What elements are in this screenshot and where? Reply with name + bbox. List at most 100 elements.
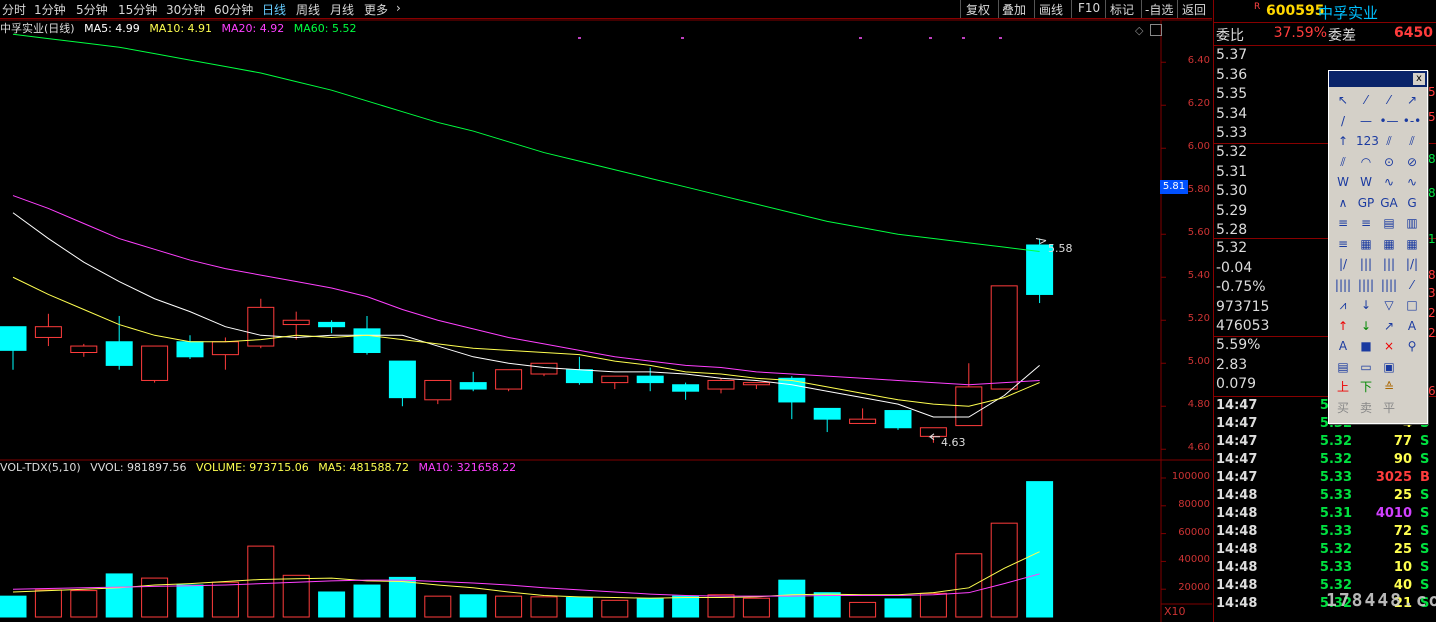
- drawing-tool-icon[interactable]: ↖: [1333, 91, 1353, 109]
- price-tick: 5.20: [1187, 313, 1210, 325]
- drawing-tool-icon[interactable]: 123: [1356, 132, 1379, 150]
- drawing-tool-icon[interactable]: 卖: [1356, 399, 1376, 417]
- volume-bar: [849, 601, 877, 618]
- drawing-tool-icon[interactable]: ▥: [1402, 214, 1422, 232]
- drawing-tool-icon[interactable]: W: [1333, 173, 1353, 191]
- drawing-tool-icon[interactable]: ▤: [1333, 358, 1353, 376]
- drawing-tool-icon[interactable]: ▦: [1402, 235, 1422, 253]
- drawing-tool-icon[interactable]: ≙: [1379, 378, 1399, 396]
- tick-row: 14:48 5.33 25 S: [1214, 488, 1436, 506]
- hidden-column-digit: 5: [1428, 110, 1436, 124]
- drawing-tool-icon[interactable]: 上: [1333, 378, 1353, 396]
- drawing-tools-palette[interactable]: x ↖ ⁄ ⁄ ↗ / — •— •-• ↑ 123 ⫽ ⫽ ⫽ ◠ ⊙ ⊘ W W ∿ ∿ ∧ GP GA G ≡ ≡ ▤ ▥ ≡ ▦ ▦…: [1328, 70, 1428, 424]
- drawing-tool-icon[interactable]: ▣: [1379, 358, 1399, 376]
- drawing-tool-icon[interactable]: 平: [1379, 399, 1399, 417]
- candle-body: [849, 418, 877, 424]
- drawing-tool-icon[interactable]: ≡: [1356, 214, 1376, 232]
- drawing-tool-icon[interactable]: ▦: [1356, 235, 1376, 253]
- drawing-tool-icon[interactable]: ↓: [1356, 296, 1376, 314]
- row-label: 5.37: [1216, 47, 1248, 63]
- candlestick: [318, 320, 346, 334]
- drawing-tool-icon[interactable]: A: [1402, 317, 1422, 335]
- candle-body: [530, 362, 558, 375]
- drawing-tool-icon[interactable]: ↗: [1379, 317, 1399, 335]
- palette-titlebar[interactable]: x: [1329, 71, 1427, 87]
- drawing-tool-icon[interactable]: |/: [1333, 255, 1353, 273]
- drawing-tool-icon[interactable]: •-•: [1402, 112, 1422, 130]
- drawing-tool-icon[interactable]: ■: [1356, 337, 1376, 355]
- drawing-tool-icon[interactable]: ||||: [1333, 276, 1353, 294]
- tick-row: 14:48 5.32 25 S: [1214, 542, 1436, 560]
- stock-name[interactable]: 中孚实业: [1318, 2, 1378, 23]
- drawing-tool-icon[interactable]: ≡: [1333, 214, 1353, 232]
- candle-body: [353, 328, 381, 354]
- drawing-tool-icon[interactable]: 下: [1356, 378, 1376, 396]
- drawing-tool-icon[interactable]: ⩘: [1333, 296, 1353, 314]
- drawing-tool-icon[interactable]: ⫽: [1379, 132, 1399, 150]
- hidden-column-digit: 8: [1428, 186, 1436, 200]
- drawing-tool-icon[interactable]: GA: [1379, 194, 1399, 212]
- drawing-tool-icon[interactable]: ↑: [1333, 132, 1353, 150]
- stock-code: 600595: [1266, 3, 1325, 19]
- drawing-tool-icon[interactable]: ↑: [1333, 317, 1353, 335]
- drawing-tool-icon[interactable]: ▭: [1356, 358, 1376, 376]
- hidden-column-digit: 6: [1428, 384, 1436, 398]
- candle-body: [990, 285, 1018, 390]
- candlestick: [424, 379, 452, 405]
- drawing-tool-icon[interactable]: |||: [1356, 255, 1376, 273]
- vol-ma-line-ma5: [12, 551, 1040, 599]
- drawing-tool-icon[interactable]: •—: [1379, 112, 1399, 130]
- candle-body: [636, 375, 664, 384]
- diamond-icon[interactable]: ◇: [1135, 24, 1143, 37]
- drawing-tool-icon[interactable]: ⁄: [1402, 276, 1422, 294]
- drawing-tool-icon[interactable]: W: [1356, 173, 1376, 191]
- drawing-tool-icon[interactable]: /: [1333, 112, 1353, 130]
- drawing-tool-icon[interactable]: ⚲: [1402, 337, 1422, 355]
- drawing-tool-icon[interactable]: ◠: [1356, 153, 1376, 171]
- candlestick: [176, 335, 204, 359]
- candle-body: [141, 345, 169, 381]
- drawing-tool-icon[interactable]: |/|: [1402, 255, 1422, 273]
- tick-price: 5.33: [1319, 470, 1352, 485]
- drawing-tool-icon[interactable]: ⁄: [1356, 91, 1376, 109]
- drawing-tool-icon[interactable]: ⫽: [1333, 153, 1353, 171]
- tick-time: 14:47: [1216, 398, 1258, 413]
- drawing-tool-icon[interactable]: ×: [1379, 337, 1399, 355]
- candle-body: [70, 345, 98, 353]
- tick-price: 5.33: [1319, 524, 1352, 539]
- drawing-tool-icon[interactable]: 买: [1333, 399, 1353, 417]
- tick-time: 14:47: [1216, 434, 1258, 449]
- drawing-tool-icon[interactable]: ⊘: [1402, 153, 1422, 171]
- candlestick: [70, 343, 98, 357]
- drawing-tool-icon[interactable]: |||: [1379, 255, 1399, 273]
- drawing-tool-icon[interactable]: GP: [1356, 194, 1376, 212]
- candle-body: [565, 369, 593, 384]
- volume-bar: [424, 595, 452, 618]
- drawing-tool-icon[interactable]: ∿: [1379, 173, 1399, 191]
- drawing-tool-icon[interactable]: G: [1402, 194, 1422, 212]
- drawing-tool-icon[interactable]: ||||: [1356, 276, 1376, 294]
- window-toggle-icon[interactable]: [1150, 24, 1162, 36]
- drawing-tool-icon[interactable]: ≡: [1333, 235, 1353, 253]
- kline-chart[interactable]: [0, 0, 1212, 622]
- drawing-tool-icon[interactable]: ↗: [1402, 91, 1422, 109]
- drawing-tool-icon[interactable]: ▽: [1379, 296, 1399, 314]
- drawing-tool-icon[interactable]: □: [1402, 296, 1422, 314]
- tick-volume: 25: [1393, 488, 1412, 503]
- drawing-tool-icon[interactable]: ⊙: [1379, 153, 1399, 171]
- drawing-tool-icon[interactable]: ▤: [1379, 214, 1399, 232]
- close-icon[interactable]: x: [1413, 73, 1425, 85]
- drawing-tool-icon[interactable]: ∿: [1402, 173, 1422, 191]
- candlestick: [813, 407, 841, 433]
- low-price-label: 4.63: [941, 436, 966, 449]
- drawing-tool-icon[interactable]: ↓: [1356, 317, 1376, 335]
- drawing-tool-icon[interactable]: ||||: [1379, 276, 1399, 294]
- volume-bar: [672, 595, 700, 618]
- drawing-tool-icon[interactable]: —: [1356, 112, 1376, 130]
- drawing-tool-icon[interactable]: ⁄: [1379, 91, 1399, 109]
- drawing-tool-icon[interactable]: ∧: [1333, 194, 1353, 212]
- drawing-tool-icon[interactable]: ⫽: [1402, 132, 1422, 150]
- row-label: 5.36: [1216, 66, 1248, 83]
- drawing-tool-icon[interactable]: A: [1333, 337, 1353, 355]
- drawing-tool-icon[interactable]: ▦: [1379, 235, 1399, 253]
